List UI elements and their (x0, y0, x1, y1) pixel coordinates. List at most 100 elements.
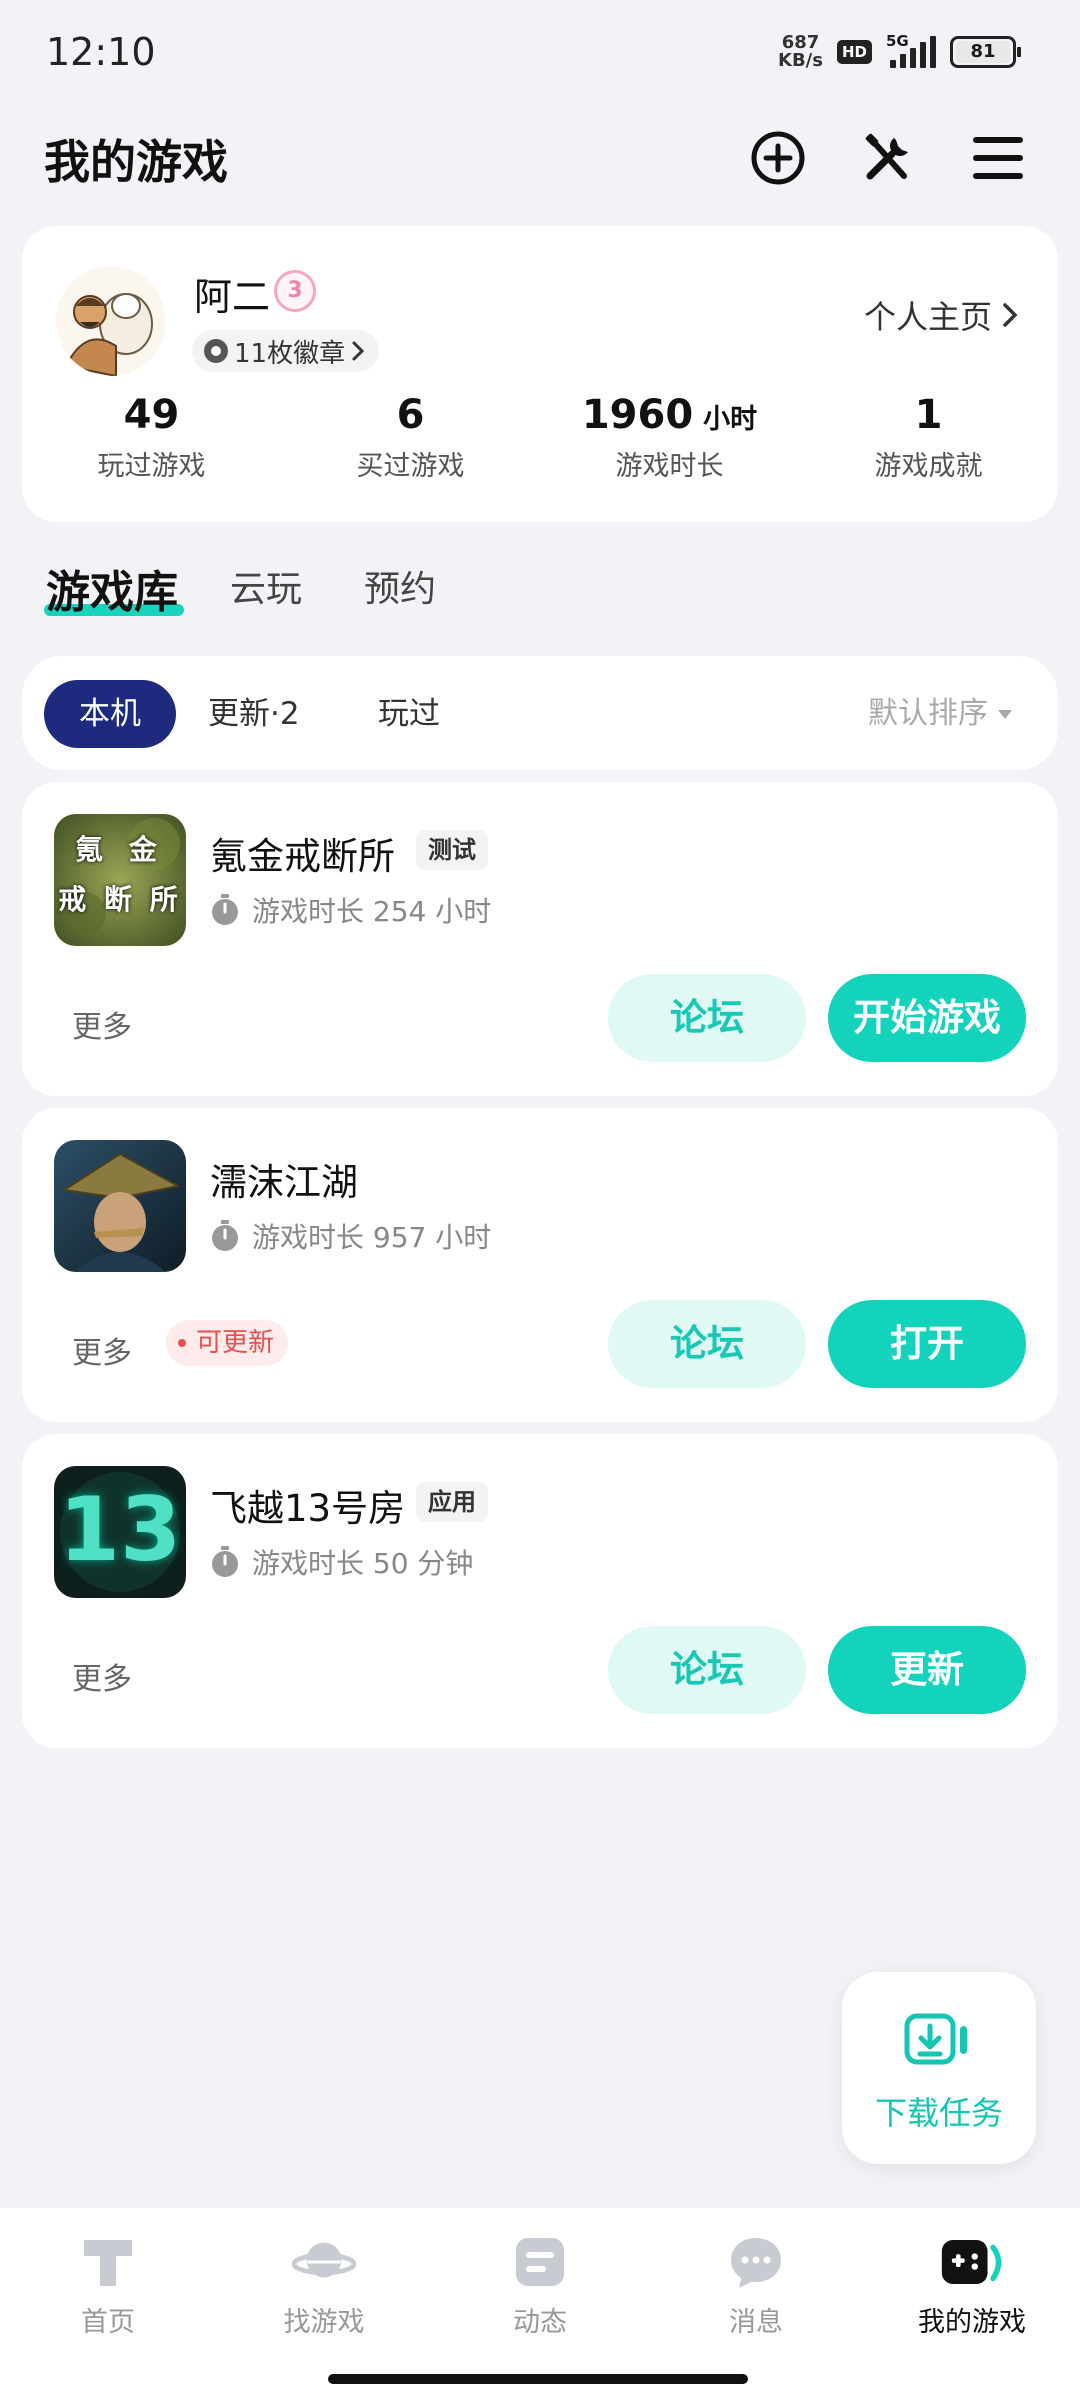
stat-unit: 小时 (703, 404, 758, 435)
forum-button[interactable]: 论坛 (608, 974, 806, 1062)
hd-icon: HD (836, 40, 872, 64)
game-tag: 应用 (416, 1482, 488, 1522)
signal-icon: 5G (886, 32, 936, 68)
menu-icon[interactable] (968, 128, 1028, 188)
sort-label: 默认排序 (868, 696, 988, 731)
sort-dropdown[interactable]: 默认排序 (868, 680, 1012, 748)
tab-reservations[interactable]: 预约 (364, 560, 436, 612)
status-indicators: 687 KB/s HD 5G 81 (778, 32, 1021, 70)
username: 阿二 (194, 275, 271, 319)
download-tasks-button[interactable]: 下载任务 (842, 1972, 1036, 2164)
icon-char: 金 (128, 833, 165, 866)
download-tasks-label: 下载任务 (874, 2094, 1003, 2132)
chat-bubble-icon (724, 2232, 788, 2292)
page-title: 我的游戏 (44, 135, 228, 189)
nav-item-discover[interactable]: 找游戏 (216, 2232, 432, 2339)
nav-label: 找游戏 (283, 2307, 365, 2338)
filter-chip-updates[interactable]: 更新·2 (208, 680, 300, 748)
nav-label: 首页 (81, 2307, 135, 2338)
feed-icon (508, 2232, 572, 2292)
nav-item-feed[interactable]: 动态 (432, 2232, 648, 2339)
chevron-right-icon (352, 341, 365, 361)
status-bar: 12:10 687 KB/s HD 5G 81 (0, 0, 1080, 100)
signal-bar (910, 48, 916, 68)
icon-char: 断 (103, 883, 136, 916)
tools-icon[interactable] (858, 128, 918, 188)
nav-item-home[interactable]: 首页 (0, 2232, 216, 2339)
dot-icon (178, 1339, 186, 1347)
stat-playtime[interactable]: 1960 小时 游戏时长 (540, 392, 799, 483)
start-game-button[interactable]: 开始游戏 (828, 974, 1026, 1062)
download-icon (904, 2013, 967, 2065)
timer-icon (212, 1220, 238, 1251)
stat-value: 1960 (581, 392, 694, 438)
game-card[interactable]: 濡沫江湖 游戏时长 957 小时 更多 可更新 论坛 打开 (22, 1108, 1058, 1422)
update-available-badge: 可更新 (166, 1320, 289, 1366)
battery-icon: 81 (950, 36, 1021, 68)
profile-stats: 49 玩过游戏 6 买过游戏 1960 小时 游戏时长 1 游戏成就 (22, 392, 1058, 483)
medal-icon (204, 339, 228, 363)
open-game-button[interactable]: 打开 (828, 1300, 1026, 1388)
game-icon[interactable]: 13 (54, 1466, 186, 1598)
game-title[interactable]: 濡沫江湖 (210, 1152, 358, 1206)
signal-bar (930, 36, 936, 68)
stat-label: 游戏时长 (615, 451, 724, 482)
home-indicator[interactable] (328, 2374, 748, 2384)
stat-label: 买过游戏 (356, 451, 465, 482)
profile-home-link[interactable]: 个人主页 (864, 292, 1018, 338)
add-circle-icon[interactable] (748, 128, 808, 188)
forum-button[interactable]: 论坛 (608, 1626, 806, 1714)
update-game-button[interactable]: 更新 (828, 1626, 1026, 1714)
playtime-text: 游戏时长 254 小时 (252, 895, 492, 928)
caret-down-icon (998, 709, 1012, 719)
icon-char: 所 (149, 883, 182, 916)
game-playtime: 游戏时长 957 小时 (210, 1216, 491, 1256)
nav-item-messages[interactable]: 消息 (648, 2232, 864, 2339)
game-icon-text-bottom: 戒 断 所 (54, 878, 186, 918)
filter-bar: 本机 更新·2 玩过 默认排序 (22, 656, 1058, 770)
stat-label: 玩过游戏 (97, 451, 206, 482)
game-title[interactable]: 氪金戒断所 (210, 826, 395, 880)
more-button[interactable]: 更多 (72, 1002, 132, 1046)
signal-bar (900, 54, 906, 68)
badges-count: 11枚徽章 (234, 338, 346, 369)
game-playtime: 游戏时长 254 小时 (210, 890, 491, 930)
nav-label: 动态 (513, 2307, 567, 2338)
stat-value: 1 (914, 392, 943, 438)
game-title[interactable]: 飞越13号房 (210, 1478, 405, 1532)
chevron-right-icon (1003, 303, 1018, 327)
signal-bar (890, 60, 896, 68)
avatar[interactable] (56, 266, 166, 376)
game-card[interactable]: 氪 金 戒 断 所 氪金戒断所 测试 游戏时长 254 小时 更多 论坛 开始游… (22, 782, 1058, 1096)
profile-card: 阿二 3 11枚徽章 个人主页 49 玩过游戏 6 买过游戏 1960 小时 游戏… (22, 226, 1058, 522)
timer-icon (212, 1546, 238, 1577)
battery-level: 81 (956, 41, 1010, 63)
badges-button[interactable]: 11枚徽章 (192, 330, 380, 372)
nav-label: 消息 (729, 2307, 783, 2338)
more-button[interactable]: 更多 (72, 1328, 132, 1372)
bottom-nav: 首页 找游戏 动态 消息 我的游戏 (0, 2208, 1080, 2400)
tab-cloud-play[interactable]: 云玩 (230, 560, 302, 612)
stat-value: 49 (123, 392, 180, 438)
nav-item-my-games[interactable]: 我的游戏 (864, 2232, 1080, 2339)
stat-played[interactable]: 49 玩过游戏 (22, 392, 281, 483)
forum-button[interactable]: 论坛 (608, 1300, 806, 1388)
playtime-text: 游戏时长 50 分钟 (252, 1547, 474, 1580)
filter-chip-played[interactable]: 玩过 (378, 680, 440, 748)
tab-library[interactable]: 游戏库 (46, 556, 178, 620)
game-icon-text: 13 (58, 1478, 182, 1581)
filter-chip-local[interactable]: 本机 (44, 680, 176, 748)
stat-value: 6 (396, 392, 425, 438)
game-icon[interactable] (54, 1140, 186, 1272)
stat-achievements[interactable]: 1 游戏成就 (799, 392, 1058, 483)
profile-home-label: 个人主页 (863, 298, 992, 336)
network-speed: 687 KB/s (778, 34, 823, 70)
game-icon-text-top: 氪 金 (54, 828, 186, 868)
playtime-text: 游戏时长 957 小时 (252, 1221, 492, 1254)
game-icon[interactable]: 氪 金 戒 断 所 (54, 814, 186, 946)
game-card[interactable]: 13 飞越13号房 应用 游戏时长 50 分钟 更多 论坛 更新 (22, 1434, 1058, 1748)
stat-label: 游戏成就 (874, 451, 983, 482)
planet-icon (292, 2232, 356, 2292)
stat-bought[interactable]: 6 买过游戏 (281, 392, 540, 483)
more-button[interactable]: 更多 (72, 1654, 132, 1698)
